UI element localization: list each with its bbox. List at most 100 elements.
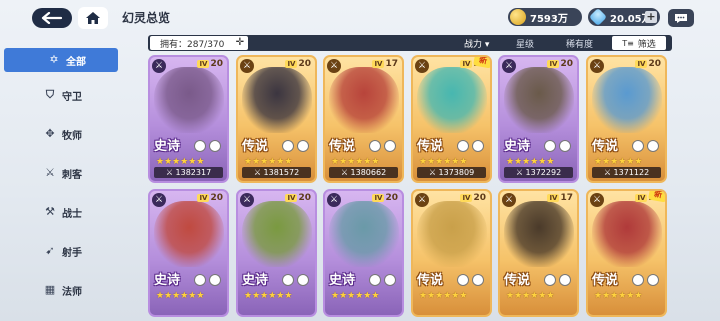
hero-level-value: 17 [385, 59, 398, 69]
filter-button-label: 筛选 [637, 39, 656, 50]
hero-portrait [504, 67, 574, 133]
level-tag: IV [197, 194, 210, 202]
hero-power-value: 1382317 [175, 168, 212, 177]
rarity-label: 史诗 [154, 139, 181, 154]
element-icon [647, 140, 659, 152]
hero-level-value: 20 [648, 59, 661, 69]
class-icon: ⚔ [152, 59, 166, 73]
hero-portrait [417, 67, 487, 133]
page-title: 幻灵总览 [122, 11, 171, 25]
hero-card[interactable]: ⚔ IV 20 史诗 ★★★★★★ ⚔ 1382317 [148, 55, 229, 183]
level-tag: IV [285, 60, 298, 68]
bow-icon: ➹ [45, 244, 55, 257]
filter-icon: T≡ [622, 38, 634, 48]
hero-portrait [592, 201, 662, 267]
element-icon [472, 140, 484, 152]
hero-card[interactable]: ⚔ IV 20 传说 ★★★★★★ [411, 189, 492, 317]
star-rating: ★★★★★★ [244, 291, 293, 301]
back-button[interactable] [32, 8, 72, 28]
sidebar-item-label: 牧师 [62, 131, 82, 142]
sidebar-item-assassin[interactable]: ⚔ 刺客 [0, 154, 120, 193]
sidebar-item-warrior[interactable]: ⚒ 战士 [0, 193, 120, 232]
element-icon [632, 140, 644, 152]
sidebar-item-mage[interactable]: ▦ 法师 [0, 271, 120, 310]
class-icon: ⚔ [152, 193, 166, 207]
gold-counter: 7593万 [508, 8, 582, 26]
sort-star[interactable]: 星级 [516, 37, 534, 50]
rarity-label: 传说 [329, 139, 356, 154]
chat-button[interactable] [668, 9, 694, 27]
hero-card[interactable]: ⚔IV20新传说★★★★★★⚔ 1373809 [411, 55, 492, 183]
element-icon [647, 274, 659, 286]
hero-level-value: 20 [298, 59, 311, 69]
crosshair-icon: ✛ [235, 37, 244, 48]
home-button[interactable] [78, 7, 108, 29]
level-tag: IV [635, 60, 648, 68]
sidebar-item-guard[interactable]: ⛉ 守卫 [0, 76, 120, 115]
hero-card[interactable]: ⚔IV20新传说★★★★★★ [586, 189, 667, 317]
element-icon [282, 140, 294, 152]
book-icon: ▦ [44, 283, 56, 296]
hero-power: ⚔ 1381572 [242, 167, 311, 178]
class-icon: ⚔ [240, 59, 254, 73]
hero-card[interactable]: ⚔ IV 17 传说 ★★★★★★ [498, 189, 579, 317]
element-icon [544, 140, 556, 152]
back-arrow-icon [41, 12, 63, 24]
rarity-label: 传说 [417, 139, 444, 154]
class-icon: ⚔ [415, 193, 429, 207]
sidebar-item-priest[interactable]: ✥ 牧师 [0, 115, 120, 154]
add-diamond-button[interactable]: + [645, 11, 657, 23]
hero-portrait [154, 201, 224, 267]
star-rating: ★★★★★★ [419, 291, 468, 301]
element-icon [297, 140, 309, 152]
sidebar-item-archer[interactable]: ➹ 射手 [0, 232, 120, 271]
class-icon: ⚔ [590, 59, 604, 73]
element-icon [209, 140, 221, 152]
hero-level: IV20 [197, 193, 223, 203]
level-tag: IV [547, 194, 560, 202]
hero-level: IV20 [460, 193, 486, 203]
hero-level: IV20 [285, 193, 311, 203]
level-tag: IV [372, 194, 385, 202]
hero-card[interactable]: ⚔ IV 17 传说 ★★★★★★ ⚔ 1380662 [323, 55, 404, 183]
hero-card[interactable]: ⚔ IV 20 传说 ★★★★★★ ⚔ 1371122 [586, 55, 667, 183]
hero-level: IV20 [285, 59, 311, 69]
sort-power[interactable]: 战力 ▾ [464, 37, 489, 50]
chat-bubble-icon [675, 13, 687, 23]
diamond-counter: 20.05万 + [588, 7, 660, 27]
hero-power: ⚔ 1382317 [154, 167, 223, 178]
gold-coin-icon [510, 9, 526, 25]
hero-power-value: 1381572 [263, 168, 300, 177]
element-icon [194, 274, 206, 286]
top-bar: 幻灵总览 7593万 20.05万 + [0, 0, 720, 34]
sidebar-item-all[interactable]: ✡ 全部 [4, 48, 118, 72]
star-of-david-icon: ✡ [49, 53, 59, 66]
sidebar-item-label: 刺客 [62, 170, 82, 181]
shield-icon: ⛉ [45, 88, 55, 101]
filter-button[interactable]: T≡ 筛选 [612, 36, 666, 50]
star-rating: ★★★★★★ [331, 291, 380, 301]
star-rating: ★★★★★★ [506, 157, 555, 167]
gold-amount: 7593万 [530, 13, 568, 25]
hero-power-value: 1380662 [350, 168, 387, 177]
hero-card[interactable]: ⚔ IV 20 史诗 ★★★★★★ [323, 189, 404, 317]
owned-count[interactable]: 拥有：287/370 ✛ [150, 36, 248, 50]
element-icon [457, 274, 469, 286]
hero-card[interactable]: ⚔ IV 20 传说 ★★★★★★ ⚔ 1381572 [236, 55, 317, 183]
hero-card[interactable]: ⚔ IV 20 史诗 ★★★★★★ [236, 189, 317, 317]
element-icon [369, 140, 381, 152]
sort-rarity[interactable]: 稀有度 [566, 37, 593, 50]
sidebar-item-label: 射手 [62, 248, 82, 259]
level-tag: IV [372, 60, 385, 68]
hero-level-value: 17 [560, 193, 573, 203]
hero-level: IV 17 [372, 59, 398, 69]
star-rating: ★★★★★★ [156, 157, 205, 167]
class-icon: ⚔ [415, 59, 429, 73]
hero-card[interactable]: ⚔ IV 20 史诗 ★★★★★★ [148, 189, 229, 317]
hero-power-value: 1371122 [613, 168, 650, 177]
hero-power: ⚔ 1373809 [417, 167, 486, 178]
hero-card[interactable]: ⚔ IV 20 史诗 ★★★★★★ ⚔ 1372292 [498, 55, 579, 183]
rarity-label: 传说 [592, 273, 619, 288]
element-icon [559, 140, 571, 152]
hero-portrait [242, 201, 312, 267]
